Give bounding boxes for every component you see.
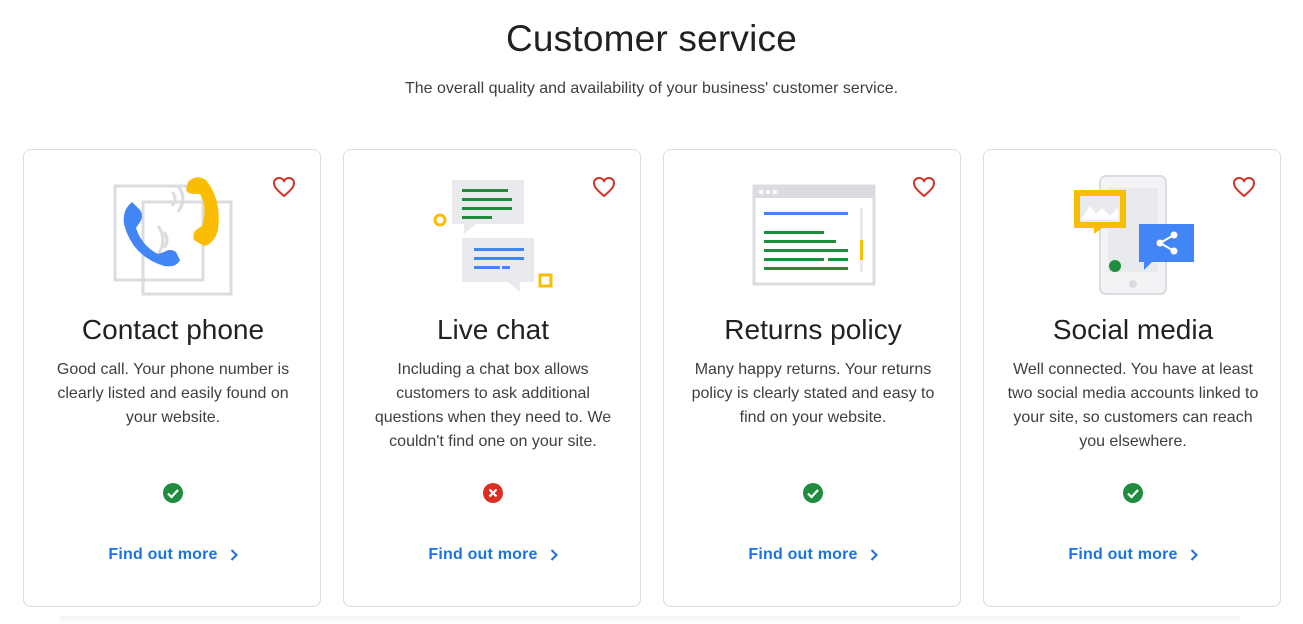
find-out-more-link[interactable]: Find out more [24,546,322,564]
chevron-right-icon [870,549,878,561]
check-circle-icon [1123,483,1143,503]
find-out-more-link[interactable]: Find out more [664,546,962,564]
favorite-heart-icon[interactable] [272,176,296,198]
card-title: Contact phone [81,314,265,345]
card-live-chat: Live chat Including a chat box allows cu… [343,149,641,607]
find-out-more-link[interactable]: Find out more [344,546,642,564]
link-label: Find out more [1068,546,1178,563]
check-circle-icon [163,483,183,503]
card-title: Live chat [436,314,550,345]
card-returns-policy: Returns policy Many happy returns. Your … [663,149,961,607]
favorite-heart-icon[interactable] [912,176,936,198]
card-description: Good call. Your phone number is clearly … [56,361,290,426]
favorite-heart-icon[interactable] [1232,176,1256,198]
chevron-right-icon [1190,549,1198,561]
page-title: Customer service [505,18,798,59]
link-label: Find out more [748,546,858,563]
link-label: Find out more [428,546,538,563]
bottom-shadow-divider [60,616,1240,624]
card-contact-phone: Contact phone Good call. Your phone numb… [23,149,321,607]
card-description: Many happy returns. Your returns policy … [691,361,935,426]
chevron-right-icon [230,549,238,561]
card-title: Social media [1052,314,1214,345]
chevron-right-icon [550,549,558,561]
x-circle-icon [483,483,503,503]
card-description: Well connected. You have at least two so… [1007,361,1259,450]
favorite-heart-icon[interactable] [592,176,616,198]
page-subtitle: The overall quality and availability of … [404,80,899,97]
card-description: Including a chat box allows customers to… [374,361,612,450]
link-label: Find out more [108,546,218,563]
card-social-media: Social media Well connected. You have at… [983,149,1281,607]
card-title: Returns policy [724,314,902,345]
check-circle-icon [803,483,823,503]
find-out-more-link[interactable]: Find out more [984,546,1282,564]
